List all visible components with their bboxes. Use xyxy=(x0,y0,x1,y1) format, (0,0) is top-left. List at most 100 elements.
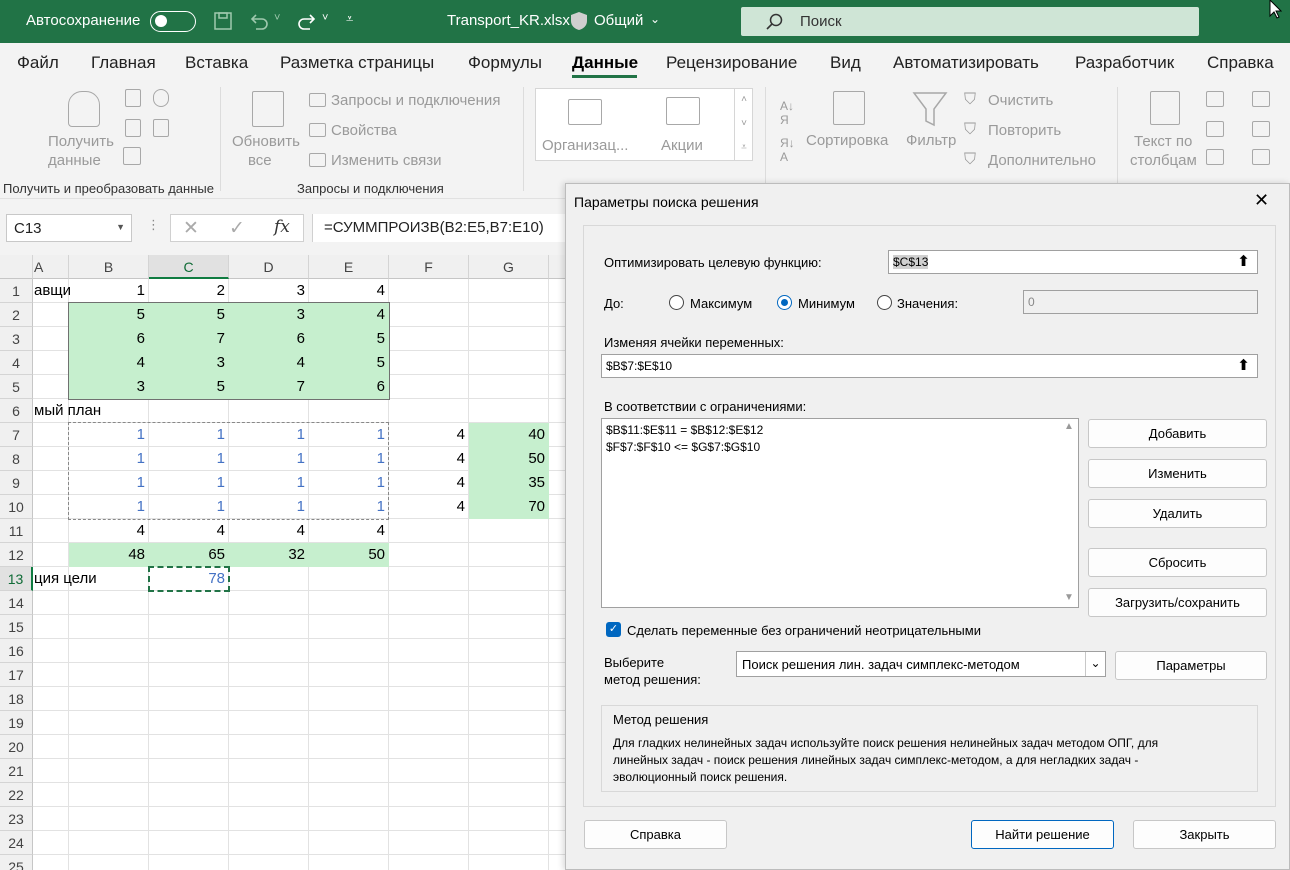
close-button[interactable]: Закрыть xyxy=(1133,820,1276,849)
demand-cell[interactable]: 48 xyxy=(69,543,149,567)
options-button[interactable]: Параметры xyxy=(1115,651,1267,680)
col-header-c[interactable]: C xyxy=(149,255,229,279)
share-chevron-icon[interactable]: ⌄ xyxy=(650,12,660,26)
col-header-d[interactable]: D xyxy=(229,255,309,279)
constraints-list[interactable]: $B$11:$E$11 = $B$12:$E$12 $F$7:$F$10 <= … xyxy=(601,418,1079,608)
row-header-1[interactable]: 1 xyxy=(0,279,33,303)
radio-value[interactable] xyxy=(877,295,892,310)
cost-cell[interactable]: 4 xyxy=(69,351,149,375)
undo-icon[interactable] xyxy=(248,11,270,31)
remove-duplicates-icon[interactable] xyxy=(1206,121,1224,137)
received-cell[interactable]: 4 xyxy=(149,519,229,543)
demand-cell[interactable]: 50 xyxy=(309,543,389,567)
constraints-scrollbar[interactable]: ▲ ▼ xyxy=(1061,419,1078,607)
received-cell[interactable]: 4 xyxy=(229,519,309,543)
objective-input[interactable]: $C$13 xyxy=(888,250,1258,274)
tab-file[interactable]: Файл xyxy=(17,53,59,73)
tab-view[interactable]: Вид xyxy=(830,53,861,73)
cost-cell[interactable]: 7 xyxy=(149,327,229,351)
row-header-14[interactable]: 14 xyxy=(0,591,33,615)
plan-cell[interactable]: 1 xyxy=(309,423,389,447)
tab-formulas[interactable]: Формулы xyxy=(468,53,542,73)
tab-help[interactable]: Справка xyxy=(1207,53,1274,73)
col-header-h[interactable] xyxy=(549,255,565,279)
share-status[interactable]: Общий xyxy=(594,12,643,29)
text-to-columns-label-2[interactable]: столбцам xyxy=(1130,152,1197,169)
plan-cell[interactable]: 1 xyxy=(69,471,149,495)
refresh-label-1[interactable]: Обновить xyxy=(232,133,300,150)
method-select[interactable]: Поиск решения лин. задач симплекс-методо… xyxy=(736,651,1106,677)
cost-cell[interactable]: 6 xyxy=(69,327,149,351)
radio-max[interactable] xyxy=(669,295,684,310)
cost-cell[interactable]: 5 xyxy=(149,303,229,327)
plan-cell[interactable]: 1 xyxy=(149,495,229,519)
row-header-17[interactable]: 17 xyxy=(0,663,33,687)
radio-min-label[interactable]: Минимум xyxy=(798,296,855,311)
queries-connections-button[interactable]: Запросы и подключения xyxy=(331,92,500,109)
radio-value-label[interactable]: Значения: xyxy=(897,296,958,311)
row-header-11[interactable]: 11 xyxy=(0,519,33,543)
cell-a6[interactable]: мый план xyxy=(34,399,174,423)
cost-cell[interactable]: 3 xyxy=(229,303,309,327)
plan-cell[interactable]: 1 xyxy=(309,471,389,495)
name-box-dropdown-icon[interactable]: ▼ xyxy=(116,222,125,232)
cell[interactable]: 3 xyxy=(229,279,309,303)
tab-home[interactable]: Главная xyxy=(91,53,156,73)
radio-min[interactable] xyxy=(777,295,792,310)
objective-collapse-icon[interactable]: ⬆ xyxy=(1231,251,1256,273)
cost-cell[interactable]: 6 xyxy=(229,327,309,351)
text-to-columns-label-1[interactable]: Текст по xyxy=(1134,133,1192,150)
capacity-cell[interactable]: 50 xyxy=(469,447,549,471)
row-header-8[interactable]: 8 xyxy=(0,447,33,471)
cost-cell[interactable]: 3 xyxy=(69,375,149,399)
get-data-label-2[interactable]: данные xyxy=(48,152,101,169)
row-header-22[interactable]: 22 xyxy=(0,783,33,807)
redo-icon[interactable] xyxy=(296,11,318,31)
plan-cell[interactable]: 1 xyxy=(149,447,229,471)
flash-fill-icon[interactable] xyxy=(1206,91,1224,107)
supply-used-cell[interactable]: 4 xyxy=(389,495,469,519)
sort-za-icon[interactable]: Я↓ A xyxy=(780,136,795,164)
tab-developer[interactable]: Разработчик xyxy=(1075,53,1174,73)
target-cell-c13[interactable]: 78 xyxy=(149,567,229,591)
cell[interactable]: 1 xyxy=(69,279,149,303)
row-header-21[interactable]: 21 xyxy=(0,759,33,783)
sort-az-icon[interactable]: A↓ Я xyxy=(780,99,794,127)
properties-button[interactable]: Свойства xyxy=(331,122,397,139)
enter-icon[interactable]: ✓ xyxy=(229,217,245,240)
received-cell[interactable]: 4 xyxy=(69,519,149,543)
row-header-2[interactable]: 2 xyxy=(0,303,33,327)
recent-sources-icon[interactable] xyxy=(153,89,169,107)
row-header-6[interactable]: 6 xyxy=(0,399,33,423)
name-box[interactable]: C13 ▼ xyxy=(6,214,132,242)
data-validation-icon[interactable] xyxy=(1206,149,1224,165)
customize-toolbar-icon[interactable]: ⩡ xyxy=(346,11,353,27)
tab-automate[interactable]: Автоматизировать xyxy=(893,53,1039,73)
col-header-g[interactable]: G xyxy=(469,255,549,279)
sort-button[interactable]: Сортировка xyxy=(806,132,888,149)
row-header-15[interactable]: 15 xyxy=(0,615,33,639)
solve-button[interactable]: Найти решение xyxy=(971,820,1114,849)
cancel-icon[interactable]: ✕ xyxy=(183,217,199,240)
cell[interactable]: 2 xyxy=(149,279,229,303)
reapply-button[interactable]: Повторить xyxy=(988,122,1061,139)
row-header-24[interactable]: 24 xyxy=(0,831,33,855)
cost-cell[interactable]: 5 xyxy=(69,303,149,327)
cost-cell[interactable]: 7 xyxy=(229,375,309,399)
edit-links-button[interactable]: Изменить связи xyxy=(331,152,442,169)
gallery-scroll[interactable]: ˄ ˅ ⩡ xyxy=(734,88,753,161)
plan-cell[interactable]: 1 xyxy=(149,423,229,447)
chevron-down-icon[interactable]: ⌄ xyxy=(1085,652,1105,676)
demand-cell[interactable]: 32 xyxy=(229,543,309,567)
add-button[interactable]: Добавить xyxy=(1088,419,1267,448)
row-header-18[interactable]: 18 xyxy=(0,687,33,711)
load-save-button[interactable]: Загрузить/сохранить xyxy=(1088,588,1267,617)
row-header-7[interactable]: 7 xyxy=(0,423,33,447)
cost-cell[interactable]: 4 xyxy=(229,351,309,375)
relationships-icon[interactable] xyxy=(1252,121,1270,137)
existing-connections-icon[interactable] xyxy=(153,119,169,137)
help-button[interactable]: Справка xyxy=(584,820,727,849)
row-header-13[interactable]: 13 xyxy=(0,567,33,591)
demand-cell[interactable]: 65 xyxy=(149,543,229,567)
row-header-12[interactable]: 12 xyxy=(0,543,33,567)
